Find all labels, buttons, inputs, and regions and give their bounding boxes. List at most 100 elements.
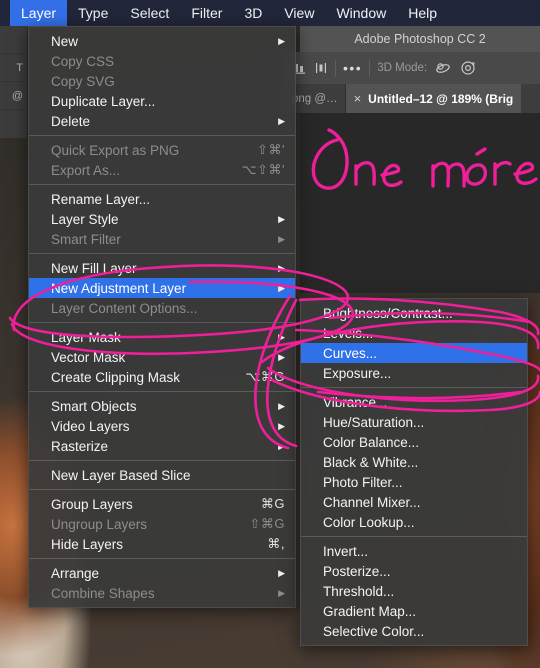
layer-menu-item-new-layer-based-slice[interactable]: New Layer Based Slice [29,465,295,485]
layer-menu-item-layer-style[interactable]: Layer Style ▶ [29,209,295,229]
layer-menu-item-rasterize[interactable]: Rasterize ▶ [29,436,295,456]
layer-menu-item-copy-css: Copy CSS [29,51,295,71]
options-bar[interactable]: ••• 3D Mode: [285,52,540,84]
layer-menu-item-vector-mask[interactable]: Vector Mask ▶ [29,347,295,367]
tool-strip-row[interactable] [0,26,27,54]
adjustment-menu-item-gradient-map[interactable]: Gradient Map... [301,601,527,621]
menu-separator [29,460,295,461]
layer-dropdown-menu[interactable]: New ▶ Copy CSS Copy SVG Duplicate Layer... De… [28,26,296,608]
menu-item-label: Vibrance... [323,394,388,410]
menu-item-shortcut: ⌘G [260,496,285,511]
adjustment-menu-item-posterize[interactable]: Posterize... [301,561,527,581]
menu-item-label: Hide Layers [51,536,124,552]
document-tab-bar[interactable]: ong @… × Untitled–12 @ 189% (Brig [285,84,540,113]
options-separator [335,59,336,77]
menu-item-shortcut: ⌥⇧⌘' [241,162,285,177]
document-canvas [300,113,540,293]
menu-item-label: Arrange [51,565,100,581]
3d-orbit-icon[interactable] [434,60,452,76]
menu-separator [29,489,295,490]
layer-menu-item-video-layers[interactable]: Video Layers ▶ [29,416,295,436]
layer-menu-item-create-clipping-mask[interactable]: Create Clipping Mask ⌥⌘G [29,367,295,387]
options-separator [369,59,371,77]
menu-window[interactable]: Window [325,0,397,26]
menu-help[interactable]: Help [397,0,448,26]
adjustment-menu-item-color-lookup[interactable]: Color Lookup... [301,512,527,532]
menu-item-label: Delete [51,113,91,129]
layer-menu-item-hide-layers[interactable]: Hide Layers ⌘, [29,534,295,554]
menu-separator [301,387,527,388]
apple-menu-sliver[interactable] [0,0,10,26]
adjustment-menu-item-exposure[interactable]: Exposure... [301,363,527,383]
menu-bar[interactable]: Layer Type Select Filter 3D View Window … [0,0,540,26]
adjustment-menu-item-selective-color[interactable]: Selective Color... [301,621,527,641]
menu-type[interactable]: Type [67,0,119,26]
menu-item-label: Photo Filter... [323,474,403,490]
menu-item-label: Selective Color... [323,623,425,639]
type-tool[interactable]: T [0,54,27,82]
submenu-arrow-icon: ▶ [278,262,285,273]
adjustment-menu-item-hue-saturation[interactable]: Hue/Saturation... [301,412,527,432]
new-adjustment-layer-submenu[interactable]: Brightness/Contrast... Levels... Curves...… [300,298,528,646]
adjustment-menu-item-photo-filter[interactable]: Photo Filter... [301,472,527,492]
photoshop-screenshot: T @ Adobe Photoshop CC 2 ••• 3D Mode: on… [0,0,540,668]
adjustment-menu-item-black-white[interactable]: Black & White... [301,452,527,472]
tool-strip[interactable]: T @ [0,26,28,138]
menu-view[interactable]: View [273,0,325,26]
app-title: Adobe Photoshop CC 2 [354,32,486,46]
menu-item-label: New Layer Based Slice [51,467,191,483]
menu-item-label: Hue/Saturation... [323,414,425,430]
align-vertical-centers-icon[interactable] [314,61,328,75]
menu-item-label: Copy CSS [51,53,115,69]
menu-item-label: Layer Content Options... [51,300,198,316]
menu-item-label: Smart Objects [51,398,137,414]
layer-menu-item-arrange[interactable]: Arrange ▶ [29,563,295,583]
adjustment-menu-item-threshold[interactable]: Threshold... [301,581,527,601]
submenu-arrow-icon: ▶ [278,567,285,578]
menu-item-label: Gradient Map... [323,603,417,619]
layer-menu-item-new-fill-layer[interactable]: New Fill Layer ▶ [29,258,295,278]
menu-layer[interactable]: Layer [10,0,68,26]
menu-filter[interactable]: Filter [180,0,233,26]
app-title-bar: Adobe Photoshop CC 2 [300,26,540,52]
close-icon[interactable]: × [354,91,362,106]
layer-menu-item-duplicate-layer[interactable]: Duplicate Layer... [29,91,295,111]
submenu-arrow-icon: ▶ [278,351,285,362]
menu-item-label: New Fill Layer [51,260,137,276]
layer-menu-item-layer-mask[interactable]: Layer Mask ▶ [29,327,295,347]
menu-item-label: Brightness/Contrast... [323,305,453,321]
more-options-icon[interactable]: ••• [343,60,362,76]
menu-3d[interactable]: 3D [233,0,273,26]
menu-item-label: Vector Mask [51,349,126,365]
menu-item-shortcut: ⌥⌘G [245,369,285,384]
layer-menu-item-group-layers[interactable]: Group Layers ⌘G [29,494,295,514]
layer-menu-item-new[interactable]: New ▶ [29,31,295,51]
menu-item-label: Group Layers [51,496,133,512]
tool-strip-row[interactable]: @ [0,82,27,110]
layer-menu-item-delete[interactable]: Delete ▶ [29,111,295,131]
adjustment-menu-item-color-balance[interactable]: Color Balance... [301,432,527,452]
adjustment-menu-item-levels[interactable]: Levels... [301,323,527,343]
submenu-arrow-icon: ▶ [278,35,285,46]
document-tab-active[interactable]: × Untitled–12 @ 189% (Brig [345,84,522,113]
adjustment-menu-item-curves[interactable]: Curves... [301,343,527,363]
menu-item-label: Exposure... [323,365,392,381]
adjustment-menu-item-channel-mixer[interactable]: Channel Mixer... [301,492,527,512]
layer-menu-item-rename-layer[interactable]: Rename Layer... [29,189,295,209]
menu-item-label: Export As... [51,162,121,178]
menu-separator [29,135,295,136]
submenu-arrow-icon: ▶ [278,440,285,451]
layer-menu-item-smart-objects[interactable]: Smart Objects ▶ [29,396,295,416]
submenu-arrow-icon: ▶ [278,282,285,293]
menu-separator [29,322,295,323]
adjustment-menu-item-invert[interactable]: Invert... [301,541,527,561]
3d-roll-icon[interactable] [459,60,477,76]
menu-item-shortcut: ⌘, [267,536,285,551]
menu-separator [29,391,295,392]
layer-menu-item-new-adjustment-layer[interactable]: New Adjustment Layer ▶ [29,278,295,298]
submenu-arrow-icon: ▶ [278,233,285,244]
adjustment-menu-item-brightness-contrast[interactable]: Brightness/Contrast... [301,303,527,323]
layer-menu-item-export-as: Export As... ⌥⇧⌘' [29,160,295,180]
adjustment-menu-item-vibrance[interactable]: Vibrance... [301,392,527,412]
menu-select[interactable]: Select [119,0,180,26]
